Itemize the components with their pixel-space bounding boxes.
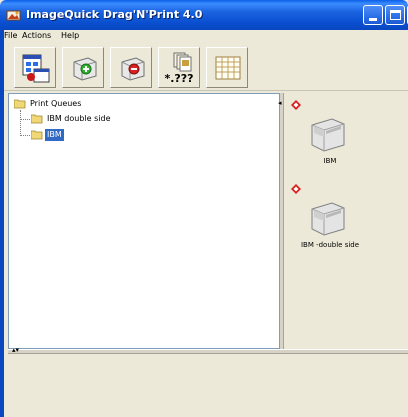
printer-status-badge-icon [291, 100, 301, 110]
grid-layout-button[interactable] [206, 47, 248, 88]
file-types-label: *.??? [164, 72, 194, 85]
printer-status-badge-icon [291, 184, 301, 194]
tree-connector [20, 135, 30, 136]
menu-actions[interactable]: Actions [22, 31, 51, 40]
details-pane [0, 355, 408, 417]
app-logo-icon [6, 10, 21, 21]
printer-label: IBM -double side [300, 241, 360, 249]
folder-icon [31, 114, 43, 124]
printer-icon [311, 202, 345, 236]
app-window: ImageQuick Drag'N'Print 4.0 File Actions… [0, 0, 408, 417]
menu-file[interactable]: File [4, 31, 17, 40]
menu-bar: File Actions Help [0, 30, 408, 43]
tree-item-label: IBM double side [47, 114, 111, 123]
add-printer-icon [73, 57, 97, 81]
queue-tree[interactable]: Print Queues IBM double side IBM [8, 93, 280, 349]
minimize-button[interactable] [363, 5, 383, 25]
printer-pane: IBM IBM -double side [284, 93, 408, 349]
menu-help[interactable]: Help [61, 31, 79, 40]
file-types-icon [173, 52, 192, 72]
tree-connector [20, 110, 21, 136]
remove-printer-icon [121, 57, 145, 81]
queue-properties-button[interactable] [14, 47, 56, 88]
queue-properties-icon [22, 54, 50, 83]
horizontal-splitter[interactable] [8, 349, 408, 354]
title-bar[interactable]: ImageQuick Drag'N'Print 4.0 [0, 0, 408, 30]
minimize-icon [369, 18, 377, 21]
tree-connector [20, 119, 30, 120]
tree-item-label-selected: IBM [45, 129, 64, 141]
printer-icon [311, 118, 345, 152]
printer-label: IBM [323, 157, 337, 165]
window-border [0, 30, 4, 417]
window-title: ImageQuick Drag'N'Print 4.0 [26, 8, 203, 21]
maximize-button[interactable] [385, 5, 405, 25]
remove-printer-button[interactable] [110, 47, 152, 88]
grid-layout-icon [215, 56, 241, 80]
splitter-arrow-icon: ▴▾ [12, 346, 20, 354]
splitter-arrow-icon: ◂ [278, 99, 282, 107]
toolbar: *.??? [0, 43, 408, 91]
add-printer-button[interactable] [62, 47, 104, 88]
tree-item-label: Print Queues [30, 99, 82, 108]
folder-icon [31, 130, 43, 140]
folder-open-icon [14, 99, 26, 109]
maximize-icon [390, 10, 401, 20]
file-types-button[interactable]: *.??? [158, 47, 200, 88]
